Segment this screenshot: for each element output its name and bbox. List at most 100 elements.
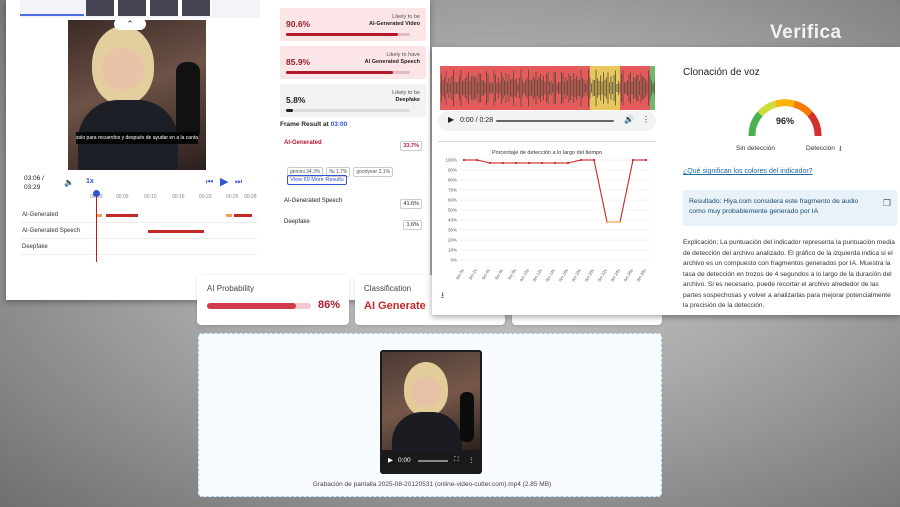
download-icon[interactable]: ⭳: [441, 288, 444, 304]
play-icon[interactable]: ▶: [448, 115, 454, 124]
colors-meaning-link[interactable]: ¿Qué significan los colores del indicado…: [683, 168, 813, 175]
data-point: [644, 158, 648, 162]
verifica-logo: Verifica: [770, 22, 842, 43]
playhead[interactable]: [96, 194, 97, 262]
fullscreen-icon[interactable]: ⛶: [454, 456, 459, 464]
y-tick-label: 70%: [448, 188, 457, 193]
progress-track[interactable]: [418, 460, 448, 462]
tick-label: 00:05: [116, 194, 129, 200]
row-label: AI-Generated: [22, 212, 59, 218]
audio-waveform[interactable]: [440, 66, 655, 110]
video-thumbnails-bar: [20, 0, 260, 18]
data-point: [501, 161, 505, 165]
series-segment: [619, 159, 634, 223]
voice-cloning-title: Clonación de voz: [683, 67, 760, 78]
tick-label: 00:25: [226, 194, 239, 200]
model-chip[interactable]: goodyear 2.1%: [353, 167, 394, 177]
audio-progress-track[interactable]: [496, 120, 614, 122]
play-icon[interactable]: ▶: [388, 456, 393, 464]
result-bar: [286, 71, 410, 74]
video-controls: ▶ 0:00 ⛶ ⋮: [384, 452, 478, 470]
x-tick-label: 0m 26s: [623, 268, 634, 282]
tick-label: 00:15: [172, 194, 185, 200]
view-more-results-button[interactable]: View 69 More Results: [287, 175, 347, 185]
volume-icon[interactable]: 🔈: [64, 178, 74, 187]
download-icon[interactable]: ⭳: [839, 143, 842, 157]
y-tick-label: 80%: [448, 178, 457, 183]
volume-icon[interactable]: 🔊: [624, 115, 634, 124]
data-point: [618, 220, 622, 224]
timeline-ticks: 00:00 00:05 00:10 00:15 00:20 00:25 00:2…: [86, 192, 258, 204]
more-icon[interactable]: ⋮: [468, 456, 475, 464]
playhead-handle[interactable]: [93, 190, 100, 197]
x-tick-label: 0m 28s: [636, 268, 647, 282]
y-tick-label: 90%: [448, 168, 457, 173]
file-name: Grabación de pantalla 2025-08-20120531 (…: [312, 481, 552, 488]
play-icon[interactable]: ▶: [220, 175, 228, 188]
chevron-up-icon[interactable]: ⌃: [114, 18, 146, 30]
y-tick-label: 0%: [450, 258, 457, 263]
x-tick-label: 0m 10s: [519, 268, 530, 282]
result-percent: 5.8%: [286, 95, 306, 105]
frame-time-link[interactable]: 03:00: [331, 121, 348, 128]
data-point: [631, 158, 635, 162]
ai-probability-label: AI Probability: [207, 284, 255, 293]
timeline-row-deepfake: Deepfake: [20, 240, 258, 255]
series-segment: [476, 159, 491, 164]
chart-title: Porcentaje de detección a lo largo del t…: [492, 150, 602, 156]
y-tick-label: 30%: [448, 228, 457, 233]
explanation-text: Explicación: La puntuación del indicador…: [683, 239, 895, 309]
result-title: Likely to be AI-Generated Video: [369, 14, 420, 27]
result-card-deepfake[interactable]: 5.8% Likely to be Deepfake: [280, 84, 426, 117]
y-tick-label: 100%: [445, 158, 457, 163]
video-preview[interactable]: [68, 20, 206, 170]
x-tick-label: 0m 2s: [468, 268, 478, 280]
x-tick-label: 0m 22s: [597, 268, 608, 282]
data-point: [592, 158, 596, 162]
segment[interactable]: [148, 230, 204, 233]
y-tick-label: 50%: [448, 208, 457, 213]
x-tick-label: 0m 18s: [571, 268, 582, 282]
copy-icon[interactable]: ❐: [883, 198, 891, 209]
result-text: Resultado: Hiya.com considera este fragm…: [689, 198, 859, 215]
detection-chart: Porcentaje de detección a lo largo del t…: [438, 141, 656, 282]
x-tick-label: 0m 24s: [610, 268, 621, 282]
frame-row-ai-speech: AI-Generated Speech 41.6%: [284, 198, 424, 212]
video-time: 0:00: [398, 457, 411, 464]
x-tick-label: 0m 12s: [532, 268, 543, 282]
skip-forward-icon[interactable]: ⏭: [235, 177, 242, 187]
frame-row-ai-generated: AI-Generated 33.7%: [284, 140, 424, 154]
audio-time: 0:00 / 0:28: [460, 117, 494, 124]
more-options-icon[interactable]: ⋮: [642, 115, 650, 124]
audio-player: ▶ 0:00 / 0:28 🔊 ⋮: [438, 111, 656, 131]
tick-label: 00:20: [199, 194, 212, 200]
segment[interactable]: [106, 214, 138, 217]
result-card-ai-video[interactable]: 90.6% Likely to be AI-Generated Video: [280, 8, 426, 41]
segment[interactable]: [226, 214, 232, 217]
series-segment: [593, 159, 608, 223]
timeline-row-ai-generated: AI-Generated: [20, 208, 258, 223]
uploaded-video-preview[interactable]: ▶ 0:00 ⛶ ⋮: [380, 350, 482, 474]
series-segment: [567, 159, 582, 164]
result-bar: [286, 109, 410, 112]
data-point: [553, 161, 557, 165]
ai-probability-bar: [207, 303, 311, 309]
classification-label: Classification: [364, 284, 412, 293]
model-chips: gemini 34.3% flu 1.7% goodyear 2.1%: [287, 160, 427, 177]
x-tick-label: 0m 4s: [481, 268, 491, 280]
data-point: [540, 161, 544, 165]
result-card-ai-speech[interactable]: 85.9% Likely to have AI Generated Speech: [280, 46, 426, 79]
video-subtitle: solo para recuerdos y después de ayudar …: [76, 132, 198, 144]
detection-line-chart: Porcentaje de detección a lo largo del t…: [445, 150, 650, 282]
segment[interactable]: [234, 214, 252, 217]
data-point: [605, 220, 609, 224]
y-tick-label: 20%: [448, 238, 457, 243]
skip-back-icon[interactable]: ⏮: [206, 177, 213, 187]
classification-value: AI Generate: [364, 300, 426, 312]
speed-button[interactable]: 1x: [86, 178, 94, 185]
time-total: 03:29: [24, 184, 41, 191]
y-tick-label: 40%: [448, 218, 457, 223]
video-time: 03:06 / 03:29: [24, 174, 50, 192]
gauge-left-label: Sin detección: [736, 145, 776, 152]
tick-label: 00:10: [144, 194, 157, 200]
